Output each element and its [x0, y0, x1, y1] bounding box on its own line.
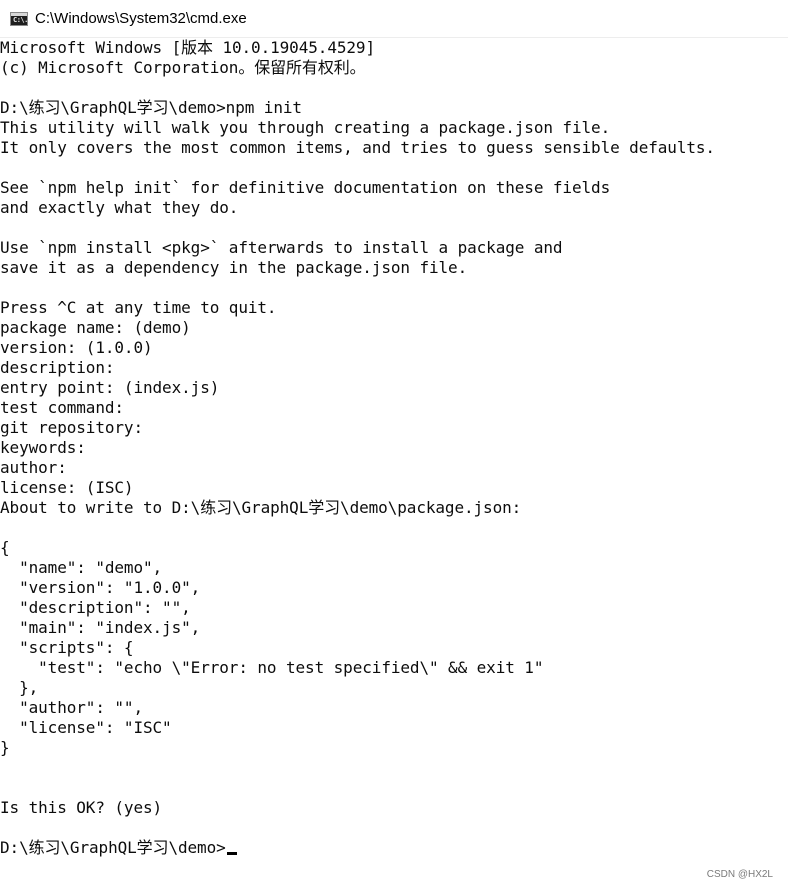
console-line-text: and exactly what they do.: [0, 198, 239, 217]
console-line-text: D:\练习\GraphQL学习\demo>: [0, 838, 226, 857]
console-line-text: Press ^C at any time to quit.: [0, 298, 277, 317]
console-line: and exactly what they do.: [0, 198, 238, 218]
console-line-text: See `npm help init` for definitive docum…: [0, 178, 611, 197]
console-line: "main": "index.js",: [0, 618, 200, 638]
console-line: entry point: (index.js): [0, 378, 219, 398]
console-line: "test": "echo \"Error: no test specified…: [0, 658, 543, 678]
console-line-text: package name: (demo): [0, 318, 191, 337]
console-line: test command:: [0, 398, 124, 418]
console-line-text: license: (ISC): [0, 478, 134, 497]
console-line: "description": "",: [0, 598, 191, 618]
console-line-text: keywords:: [0, 438, 86, 457]
console-line: version: (1.0.0): [0, 338, 153, 358]
console-line: D:\练习\GraphQL学习\demo>npm init: [0, 98, 302, 118]
console-line: author:: [0, 458, 67, 478]
console-line: "scripts": {: [0, 638, 134, 658]
console-line-text: {: [0, 538, 10, 557]
console-line: git repository:: [0, 418, 143, 438]
console-line-text: "scripts": {: [0, 638, 134, 657]
console-line-text: Use `npm install <pkg>` afterwards to in…: [0, 238, 563, 257]
console-line: (c) Microsoft Corporation。保留所有权利。: [0, 58, 366, 78]
console-line-text: "name": "demo",: [0, 558, 163, 577]
console-output[interactable]: Microsoft Windows [版本 10.0.19045.4529] (c…: [0, 38, 788, 889]
console-line: "version": "1.0.0",: [0, 578, 200, 598]
console-line: See `npm help init` for definitive docum…: [0, 178, 610, 198]
title-bar[interactable]: C:\. C:\Windows\System32\cmd.exe: [0, 0, 788, 38]
console-line: Microsoft Windows [版本 10.0.19045.4529]: [0, 38, 375, 58]
console-line-text: Microsoft Windows [版本 10.0.19045.4529]: [0, 38, 375, 57]
console-line: "author": "",: [0, 698, 143, 718]
console-line: license: (ISC): [0, 478, 134, 498]
watermark: CSDN @HX2L: [706, 869, 773, 880]
cmd-window: C:\. C:\Windows\System32\cmd.exe Microso…: [0, 0, 788, 889]
console-line-text: "author": "",: [0, 698, 143, 717]
window-title: C:\Windows\System32\cmd.exe: [35, 10, 247, 27]
console-line-text: description:: [0, 358, 115, 377]
console-line-text: }: [0, 738, 10, 757]
console-line: "license": "ISC": [0, 718, 172, 738]
console-line-text: },: [0, 678, 39, 697]
console-line-text: git repository:: [0, 418, 143, 437]
console-line-text: test command:: [0, 398, 124, 417]
console-line: About to write to D:\练习\GraphQL学习\demo\p…: [0, 498, 521, 518]
console-line-text: "test": "echo \"Error: no test specified…: [0, 658, 544, 677]
console-line: "name": "demo",: [0, 558, 162, 578]
console-line-text: "main": "index.js",: [0, 618, 201, 637]
console-line: package name: (demo): [0, 318, 191, 338]
console-line: Is this OK? (yes): [0, 798, 162, 818]
console-line-text: D:\练习\GraphQL学习\demo>npm init: [0, 98, 302, 117]
block-underline-cursor: [226, 852, 237, 855]
console-line-text: "license": "ISC": [0, 718, 172, 737]
console-line-text: "version": "1.0.0",: [0, 578, 201, 597]
icon-glyph: C:\.: [13, 15, 28, 24]
console-line: },: [0, 678, 38, 698]
console-line-text: This utility will walk you through creat…: [0, 118, 611, 137]
console-line-text: version: (1.0.0): [0, 338, 153, 357]
console-line-text: entry point: (index.js): [0, 378, 220, 397]
console-line: Press ^C at any time to quit.: [0, 298, 277, 318]
console-line: Use `npm install <pkg>` afterwards to in…: [0, 238, 563, 258]
console-line: It only covers the most common items, an…: [0, 138, 715, 158]
console-line: D:\练习\GraphQL学习\demo>: [0, 838, 237, 858]
console-line: keywords:: [0, 438, 86, 458]
console-line-text: save it as a dependency in the package.j…: [0, 258, 468, 277]
console-line-text: About to write to D:\练习\GraphQL学习\demo\p…: [0, 498, 522, 517]
console-line-text: It only covers the most common items, an…: [0, 138, 715, 157]
console-line: {: [0, 538, 10, 558]
console-line: }: [0, 738, 10, 758]
console-line: This utility will walk you through creat…: [0, 118, 610, 138]
console-line-text: (c) Microsoft Corporation。保留所有权利。: [0, 58, 366, 77]
console-line: save it as a dependency in the package.j…: [0, 258, 467, 278]
console-line-text: "description": "",: [0, 598, 191, 617]
console-line-text: author:: [0, 458, 67, 477]
cmd-console-icon[interactable]: C:\.: [10, 11, 28, 26]
console-line-text: Is this OK? (yes): [0, 798, 163, 817]
console-line: description:: [0, 358, 115, 378]
